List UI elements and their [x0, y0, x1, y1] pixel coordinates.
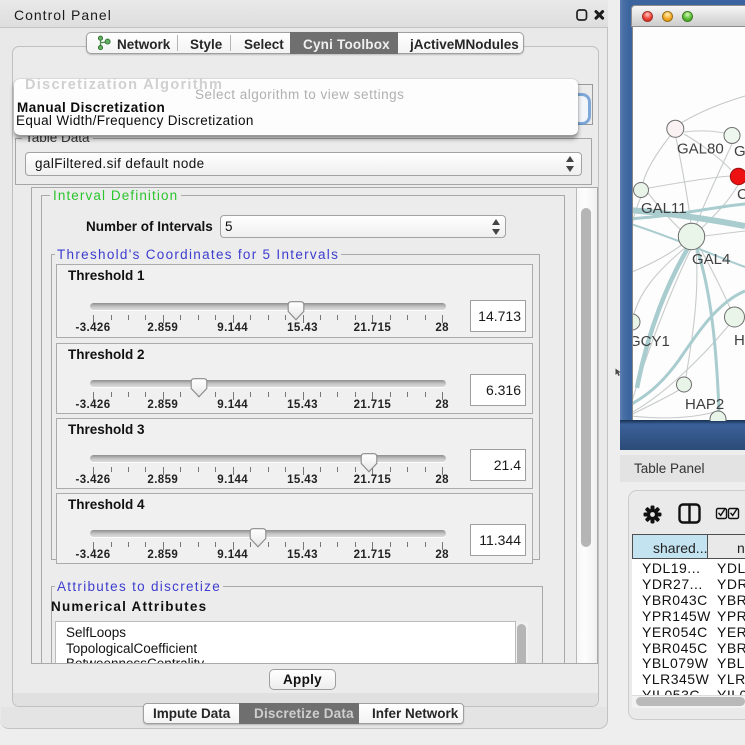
svg-text:GAL4: GAL4: [692, 251, 730, 268]
svg-text:GAL3: GAL3: [734, 143, 745, 160]
svg-text:HIS: HIS: [734, 332, 745, 349]
svg-text:GCY1: GCY1: [633, 333, 670, 350]
svg-text:CDC1: CDC1: [737, 186, 745, 203]
svg-text:HAP2: HAP2: [685, 396, 724, 413]
svg-text:GAL11: GAL11: [641, 200, 687, 217]
svg-text:GAL80: GAL80: [677, 141, 724, 158]
